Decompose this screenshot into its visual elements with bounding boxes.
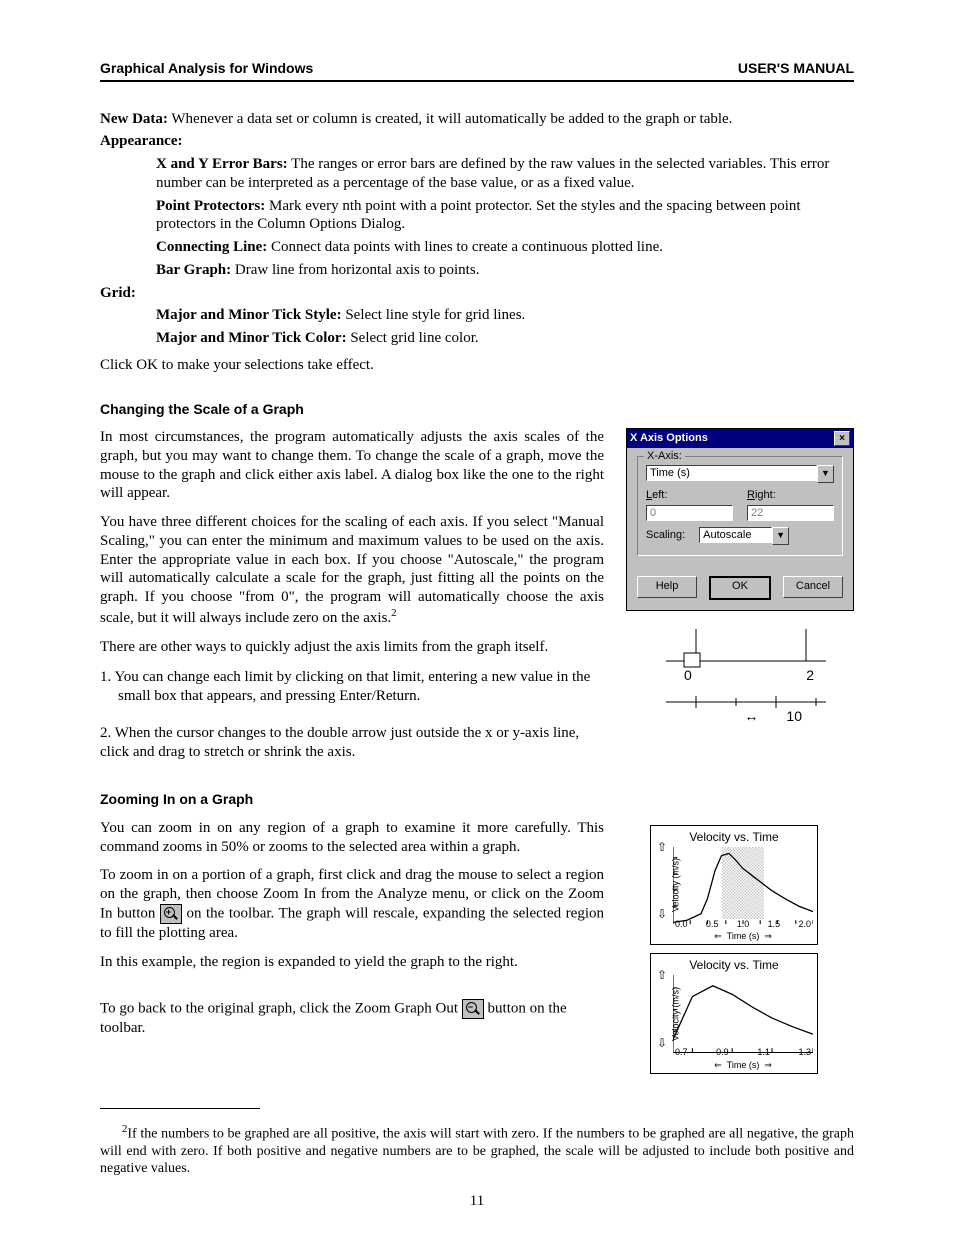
right-input[interactable]: 22 [747,505,834,521]
footnote-2: 2If the numbers to be graphed are all po… [100,1123,854,1178]
para-new-data: New Data: Whenever a data set or column … [100,110,854,129]
scale-p3: There are other ways to quickly adjust t… [100,638,604,657]
scale-li1: 1. You can change each limit by clicking… [100,668,604,706]
up-arrow-icon: ⇧ [657,840,667,855]
right-label: Right: [747,489,834,503]
page-header: Graphical Analysis for Windows USER'S MA… [100,60,854,82]
text-new-data: Whenever a data set or column is created… [168,111,733,127]
text-tick-color: Select grid line color. [347,330,479,346]
zoom-p5: To go back to the original graph, click … [100,999,604,1038]
double-arrow-icon: ↔ [744,708,758,726]
zoom-p2-3: To zoom in on a portion of a graph, firs… [100,866,604,942]
scale-p2-text: You have three different choices for the… [100,514,604,626]
footnote-text: If the numbers to be graphed are all pos… [100,1126,854,1176]
header-right: USER'S MANUAL [738,60,854,78]
label-xy-error: X and Y Error Bars: [156,156,288,172]
chart1-xlabel: ⇐ Time (s) ⇒ [673,931,813,942]
text-tick-style: Select line style for grid lines. [342,307,526,323]
label-bar-graph: Bar Graph: [156,262,231,278]
text-click-ok: Click OK to make your selections take ef… [100,356,854,375]
help-button[interactable]: Help [637,576,697,598]
footnote-ref-2[interactable]: 2 [391,607,397,619]
velocity-chart-zoom: ⇧ ⇩ Velocity vs. Time Velocity (m/s) 0.7 [650,953,818,1074]
scaling-value: Autoscale [699,527,772,543]
chevron-down-icon[interactable]: ▼ [817,465,834,483]
axis-tick-val: 10 [786,708,802,726]
header-left: Graphical Analysis for Windows [100,60,313,78]
up-arrow-icon: ⇧ [657,968,667,983]
close-icon[interactable]: × [834,431,850,446]
ok-button[interactable]: OK [709,576,771,600]
label-grid: Grid: [100,285,136,301]
zoom-p4: In this example, the region is expanded … [100,953,604,972]
scale-p1: In most circumstances, the program autom… [100,428,604,503]
label-connecting-line: Connecting Line: [156,239,267,255]
dialog-titlebar[interactable]: X Axis Options × [627,429,853,448]
cancel-button[interactable]: Cancel [783,576,843,598]
left-input[interactable]: 0 [646,505,733,521]
chart1-title: Velocity vs. Time [655,830,813,845]
label-tick-color: Major and Minor Tick Color: [156,330,347,346]
zoom-p1: You can zoom in on any region of a graph… [100,819,604,857]
xaxis-group-label: X-Axis: [644,450,685,464]
appearance-items: X and Y Error Bars: The ranges or error … [156,155,854,280]
axis-right-val: 2 [806,667,814,685]
x-axis-options-dialog: X Axis Options × X-Axis: Time (s) ▼ Left… [626,428,854,611]
text-connecting-line: Connect data points with lines to create… [267,239,663,255]
label-tick-style: Major and Minor Tick Style: [156,307,342,323]
chart2-xlabel: ⇐ Time (s) ⇒ [673,1060,813,1071]
zoom-p5a: To go back to the original graph, click … [100,1001,462,1017]
scaling-label: Scaling: [646,529,685,543]
scaling-select[interactable]: Autoscale ▼ [699,527,789,545]
grid-items: Major and Minor Tick Style: Select line … [156,306,854,348]
down-arrow-icon: ⇩ [657,907,667,922]
scale-li2: 2. When the cursor changes to the double… [100,724,604,762]
dialog-title-text: X Axis Options [630,432,708,446]
text-bar-graph: Draw line from horizontal axis to points… [231,262,479,278]
down-arrow-icon: ⇩ [657,1036,667,1051]
page-number: 11 [100,1192,854,1211]
heading-scale: Changing the Scale of a Graph [100,401,854,419]
heading-zoom: Zooming In on a Graph [100,791,854,809]
zoom-in-icon[interactable]: + [160,904,182,924]
label-new-data: New Data: [100,111,168,127]
label-point-protectors: Point Protectors: [156,198,265,214]
chart2-title: Velocity vs. Time [655,958,813,973]
scale-p2: You have three different choices for the… [100,513,604,628]
xaxis-field-select[interactable]: Time (s) ▼ [646,465,834,483]
velocity-chart-full: ⇧ ⇩ Velocity vs. Time Velocity (m/s) [650,825,818,946]
footnote-rule [100,1108,260,1109]
axis-left-val[interactable]: 0 [684,667,692,685]
label-appearance: Appearance: [100,133,183,149]
zoom-out-icon[interactable]: − [462,999,484,1019]
xaxis-group: X-Axis: Time (s) ▼ Left: 0 Right: 22 [637,456,843,556]
left-label: Left: [646,489,733,503]
chevron-down-icon[interactable]: ▼ [772,527,789,545]
xaxis-field-value: Time (s) [646,465,817,481]
axis-edit-figure: 0 2 ↔ 10 [656,629,826,726]
